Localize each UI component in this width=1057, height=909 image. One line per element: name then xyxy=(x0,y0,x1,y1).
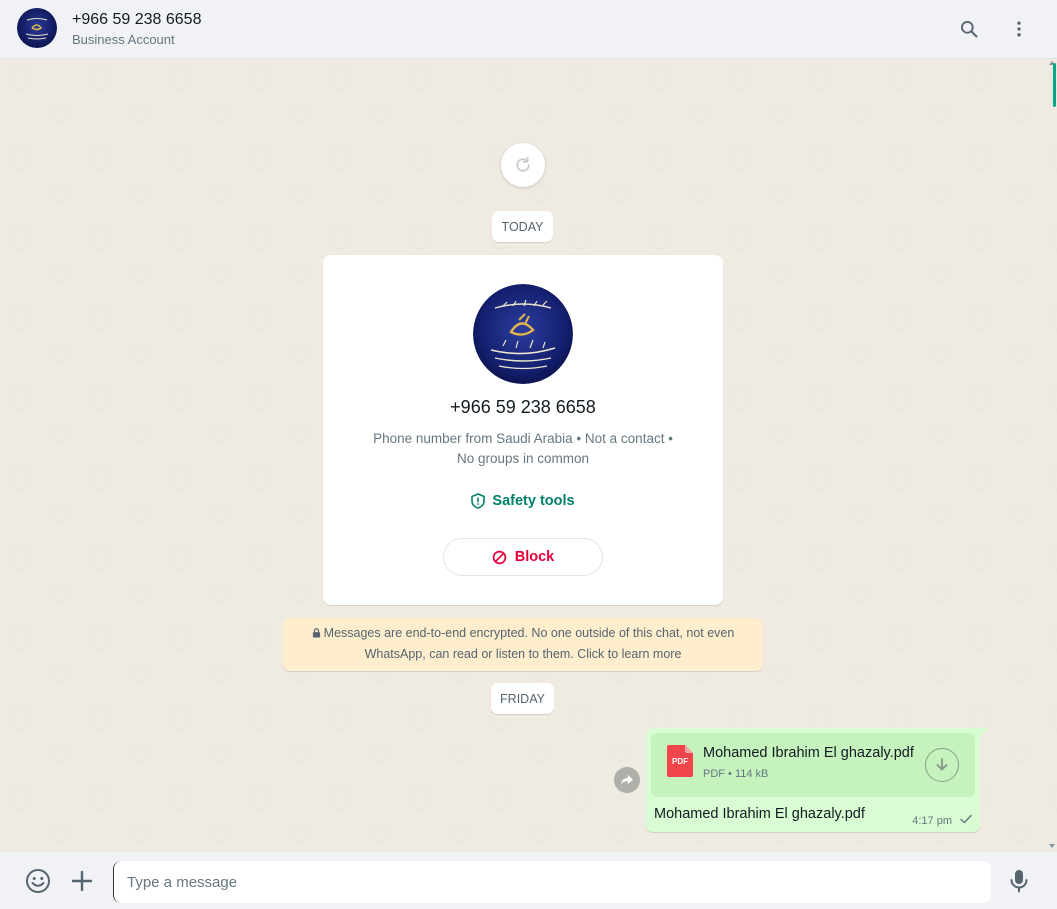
attachment-file-name: Mohamed Ibrahim El ghazaly.pdf xyxy=(703,745,914,761)
shield-icon xyxy=(471,493,486,509)
search-button[interactable] xyxy=(954,14,984,44)
document-attachment[interactable]: PDF Mohamed Ibrahim El ghazaly.pdf PDF •… xyxy=(651,733,975,797)
contact-phone-number: +966 59 238 6658 xyxy=(450,397,596,417)
conversation-panel[interactable]: TODAY +966 59 238 6658 Phone number from… xyxy=(0,59,1057,852)
bubble-tail xyxy=(980,728,988,738)
lock-icon xyxy=(312,628,320,638)
attachment-meta: PDF • 114 kB xyxy=(703,768,769,780)
pdf-file-icon: PDF xyxy=(667,745,693,777)
scrollbar-thumb[interactable] xyxy=(1053,63,1056,107)
load-older-messages-button[interactable] xyxy=(501,143,545,187)
forward-button[interactable] xyxy=(614,767,640,793)
forward-icon xyxy=(621,774,633,785)
search-icon xyxy=(961,21,978,38)
block-button[interactable]: Block xyxy=(443,538,603,576)
microphone-icon xyxy=(1010,870,1028,893)
plus-icon xyxy=(71,870,93,892)
safety-tools-link[interactable]: Safety tools xyxy=(323,493,723,509)
message-caption: Mohamed Ibrahim El ghazaly.pdf xyxy=(654,806,865,822)
header-subtitle: Business Account xyxy=(72,32,175,47)
header-title: +966 59 238 6658 xyxy=(72,11,202,28)
download-icon xyxy=(936,758,948,771)
attach-button[interactable] xyxy=(68,867,96,895)
contact-profile-photo[interactable] xyxy=(473,284,573,384)
chat-scrollbar[interactable] xyxy=(1049,59,1057,852)
download-button[interactable] xyxy=(925,748,959,782)
emoji-icon xyxy=(26,869,50,893)
chat-header[interactable]: +966 59 238 6658 Business Account xyxy=(0,0,1057,59)
contact-info-card: +966 59 238 6658 Phone number from Saudi… xyxy=(323,255,723,605)
encryption-notice[interactable]: Messages are end-to-end encrypted. No on… xyxy=(283,618,763,671)
refresh-icon xyxy=(516,156,530,172)
contact-avatar[interactable] xyxy=(17,8,57,48)
message-timestamp: 4:17 pm xyxy=(912,815,952,827)
message-input[interactable] xyxy=(113,861,991,903)
date-separator-today: TODAY xyxy=(492,211,553,242)
voice-message-button[interactable] xyxy=(1005,867,1033,895)
outgoing-message[interactable]: PDF Mohamed Ibrahim El ghazaly.pdf PDF •… xyxy=(646,728,988,832)
single-check-icon xyxy=(960,814,972,824)
emoji-button[interactable] xyxy=(24,867,52,895)
menu-button[interactable] xyxy=(1004,14,1034,44)
compose-bar xyxy=(0,852,1057,909)
contact-description: Phone number from Saudi Arabia • Not a c… xyxy=(373,431,673,466)
scroll-down-arrow-icon[interactable] xyxy=(1049,844,1055,848)
safety-tools-label: Safety tools xyxy=(492,493,575,509)
block-icon xyxy=(492,550,507,564)
header-info[interactable]: +966 59 238 6658 Business Account xyxy=(72,9,201,50)
date-separator-friday: FRIDAY xyxy=(491,683,554,714)
encryption-notice-text: Messages are end-to-end encrypted. No on… xyxy=(323,626,735,661)
kebab-menu-icon xyxy=(1017,21,1021,37)
pdf-badge-text: PDF xyxy=(672,757,688,766)
block-label: Block xyxy=(514,549,555,565)
